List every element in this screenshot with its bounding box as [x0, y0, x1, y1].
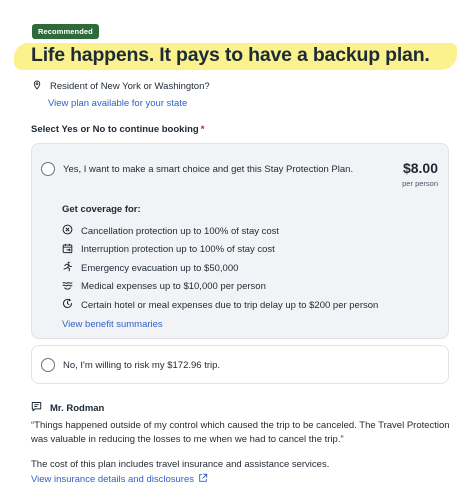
coverage-item-evacuation: Emergency evacuation up to $50,000: [62, 259, 378, 278]
location-pin-icon: [32, 80, 42, 93]
coverage-text: Emergency evacuation up to $50,000: [81, 262, 239, 274]
no-radio[interactable]: [41, 358, 55, 372]
price-unit: per person: [402, 179, 438, 188]
chat-quote-icon: [31, 401, 42, 415]
state-plan-link[interactable]: View plan available for your state: [48, 98, 187, 109]
coverage-item-delay: Certain hotel or meal expenses due to tr…: [62, 296, 378, 315]
plan-price: $8.00: [402, 160, 438, 176]
yes-radio[interactable]: [41, 162, 55, 176]
benefit-summaries-link[interactable]: View benefit summaries: [62, 319, 163, 330]
resident-row: Resident of New York or Washington?: [32, 80, 210, 93]
coverage-item-cancellation: Cancellation protection up to 100% of st…: [62, 222, 378, 241]
recommended-badge: Recommended: [32, 24, 99, 39]
select-prompt-text: Select Yes or No to continue booking: [31, 124, 199, 135]
running-person-icon: [62, 261, 73, 275]
review-quote: “Things happened outside of my control w…: [31, 420, 450, 445]
coverage-item-interruption: Interruption protection up to 100% of st…: [62, 241, 378, 260]
external-link-icon[interactable]: [198, 473, 208, 486]
required-mark: *: [200, 124, 205, 135]
no-option-card[interactable]: No, I'm willing to risk my $172.96 trip.: [31, 345, 449, 384]
coverage-text: Certain hotel or meal expenses due to tr…: [81, 299, 379, 311]
calendar-interrupt-icon: [62, 243, 73, 257]
coverage-text: Cancellation protection up to 100% of st…: [81, 225, 280, 237]
clock-delay-icon: [62, 298, 73, 312]
medical-waves-icon: [62, 280, 73, 294]
review-header: Mr. Rodman: [31, 401, 104, 415]
disclosure-link[interactable]: View insurance details and disclosures: [31, 474, 194, 485]
coverage-list: Cancellation protection up to 100% of st…: [62, 222, 378, 315]
circle-x-icon: [62, 224, 73, 238]
page-headline: Life happens. It pays to have a backup p…: [31, 44, 430, 66]
coverage-text: Medical expenses up to $10,000 per perso…: [81, 281, 266, 293]
reviewer-name: Mr. Rodman: [50, 402, 105, 414]
select-prompt: Select Yes or No to continue booking *: [31, 124, 204, 135]
cost-note: The cost of this plan includes travel in…: [31, 459, 330, 470]
no-option-label[interactable]: No, I'm willing to risk my $172.96 trip.: [63, 360, 220, 371]
yes-option-card[interactable]: Yes, I want to make a smart choice and g…: [31, 143, 449, 339]
disclosure-row[interactable]: View insurance details and disclosures: [31, 473, 208, 486]
coverage-text: Interruption protection up to 100% of st…: [81, 244, 275, 256]
coverage-item-medical: Medical expenses up to $10,000 per perso…: [62, 278, 378, 297]
yes-option-label[interactable]: Yes, I want to make a smart choice and g…: [63, 164, 353, 175]
coverage-title: Get coverage for:: [62, 204, 141, 215]
resident-question: Resident of New York or Washington?: [50, 81, 210, 92]
